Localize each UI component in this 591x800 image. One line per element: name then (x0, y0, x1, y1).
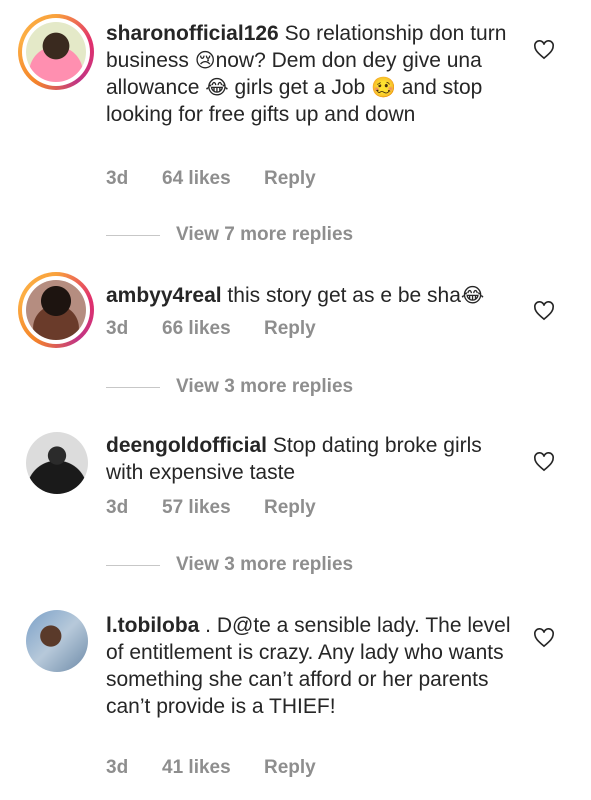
reply-button[interactable]: Reply (264, 168, 316, 190)
comment-username[interactable]: sharonofficial126 (106, 22, 279, 45)
comment-username[interactable]: l.tobiloba (106, 614, 199, 637)
comment-time: 3d (106, 168, 129, 189)
divider-line (106, 386, 160, 388)
heart-outline-icon[interactable] (533, 452, 555, 472)
woozy-face-emoji: 🥴 (371, 75, 396, 99)
comment-likes[interactable]: 57 likes (162, 497, 264, 519)
comment-time: 3d (106, 757, 129, 778)
heart-outline-icon[interactable] (533, 628, 555, 648)
comment-meta: 3d 64 likes Reply (106, 168, 316, 190)
comment-meta: 3d 57 likes Reply (106, 497, 316, 519)
avatar[interactable] (18, 14, 94, 90)
comment-text: sharonofficial126 So relationship don tu… (106, 22, 507, 126)
reply-button[interactable]: Reply (264, 318, 316, 340)
comment-meta: 3d 66 likes Reply (106, 318, 316, 340)
view-replies-button[interactable]: View 3 more replies (106, 376, 353, 398)
avatar[interactable] (26, 432, 88, 494)
comment-username[interactable]: ambyy4real (106, 284, 222, 307)
comment-time: 3d (106, 497, 129, 518)
view-replies-button[interactable]: View 7 more replies (106, 224, 353, 246)
divider-line (106, 564, 160, 566)
reply-button[interactable]: Reply (264, 497, 316, 519)
comment-likes[interactable]: 41 likes (162, 757, 264, 779)
heart-outline-icon[interactable] (533, 40, 555, 60)
comment-likes[interactable]: 64 likes (162, 168, 264, 190)
comment-text: l.tobiloba . D@te a sensible lady. The l… (106, 614, 511, 718)
comment-text: ambyy4real this story get as e be sha😂 (106, 283, 485, 307)
heart-outline-icon[interactable] (533, 301, 555, 321)
laughing-emoji: 😂 (205, 75, 229, 99)
comment-time: 3d (106, 318, 129, 339)
avatar[interactable] (26, 610, 88, 672)
divider-line (106, 234, 160, 236)
comment-text: deengoldofficial Stop dating broke girls… (106, 434, 482, 484)
laughing-emoji: 😂 (460, 283, 485, 307)
comment-likes[interactable]: 66 likes (162, 318, 264, 340)
view-replies-button[interactable]: View 3 more replies (106, 554, 353, 576)
comment-username[interactable]: deengoldofficial (106, 434, 267, 457)
avatar[interactable] (18, 272, 94, 348)
comment-meta: 3d 41 likes Reply (106, 757, 316, 779)
crying-face-emoji: 😢 (194, 48, 216, 72)
reply-button[interactable]: Reply (264, 757, 316, 779)
